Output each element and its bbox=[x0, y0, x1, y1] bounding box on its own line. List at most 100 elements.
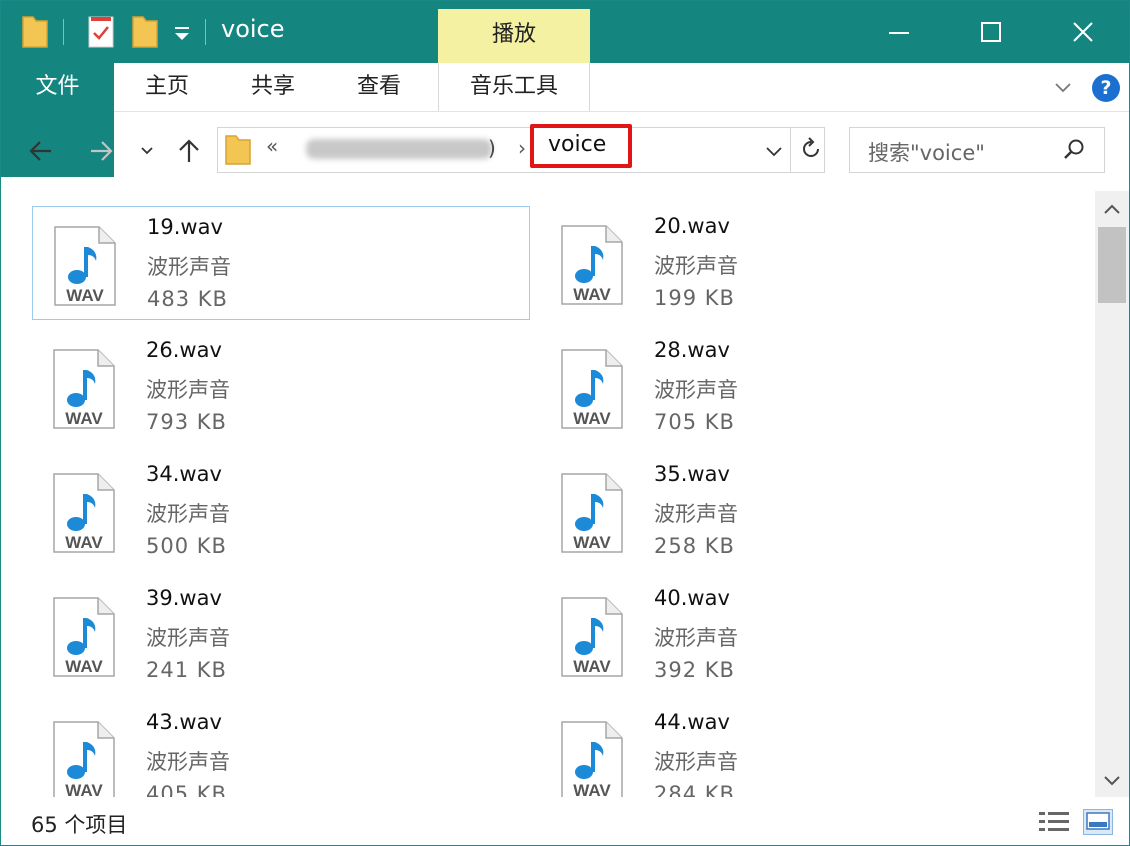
quick-access-separator bbox=[63, 19, 64, 45]
close-icon bbox=[1073, 22, 1093, 42]
large-icons-view-icon[interactable] bbox=[1083, 809, 1113, 835]
file-type: 波形声音 bbox=[654, 626, 738, 650]
file-item[interactable]: WAV 35.wav 波形声音 258 KB bbox=[540, 454, 1038, 568]
file-type: 波形声音 bbox=[654, 254, 738, 278]
expand-ribbon-icon[interactable] bbox=[1053, 77, 1073, 97]
file-name: 40.wav bbox=[654, 586, 730, 610]
window-title: voice bbox=[221, 15, 285, 43]
wav-file-icon: WAV bbox=[54, 226, 116, 306]
wav-icon-label: WAV bbox=[573, 409, 611, 428]
wav-file-icon: WAV bbox=[53, 349, 115, 429]
file-name: 19.wav bbox=[147, 215, 223, 239]
forward-arrow-icon[interactable] bbox=[87, 137, 115, 165]
file-size: 241 KB bbox=[146, 658, 227, 682]
file-size: 705 KB bbox=[654, 410, 735, 434]
quick-access-separator bbox=[205, 19, 206, 45]
breadcrumb-overflow[interactable]: « bbox=[266, 134, 278, 158]
ribbon-tabs: 文件 主页 共享 查看 音乐工具 bbox=[1, 63, 1129, 177]
file-name: 43.wav bbox=[146, 710, 222, 734]
file-size: 258 KB bbox=[654, 534, 735, 558]
scroll-up-icon[interactable] bbox=[1102, 201, 1122, 217]
item-count: 65 个项目 bbox=[31, 813, 128, 837]
wav-file-icon: WAV bbox=[561, 349, 623, 429]
file-type: 波形声音 bbox=[146, 378, 230, 402]
folder-icon[interactable] bbox=[21, 15, 49, 49]
wav-icon-label: WAV bbox=[573, 533, 611, 552]
tab-play-context[interactable]: 播放 bbox=[438, 9, 590, 63]
tab-music-tools[interactable]: 音乐工具 bbox=[438, 63, 590, 111]
address-divider bbox=[790, 128, 791, 172]
wav-file-icon: WAV bbox=[561, 225, 623, 305]
file-name: 34.wav bbox=[146, 462, 222, 486]
file-item[interactable]: WAV 20.wav 波形声音 199 KB bbox=[540, 206, 1038, 320]
file-size: 284 KB bbox=[654, 782, 735, 797]
file-item[interactable]: WAV 40.wav 波形声音 392 KB bbox=[540, 578, 1038, 692]
file-item[interactable]: WAV 34.wav 波形声音 500 KB bbox=[32, 454, 530, 568]
folder-icon bbox=[225, 135, 251, 165]
breadcrumb-blurred-segment[interactable] bbox=[306, 139, 492, 159]
up-arrow-icon[interactable] bbox=[175, 137, 203, 165]
scrollbar-thumb[interactable] bbox=[1098, 227, 1126, 303]
file-size: 483 KB bbox=[147, 287, 228, 311]
file-size: 392 KB bbox=[654, 658, 735, 682]
file-item[interactable]: WAV 28.wav 波形声音 705 KB bbox=[540, 330, 1038, 444]
file-name: 35.wav bbox=[654, 462, 730, 486]
file-type: 波形声音 bbox=[654, 750, 738, 774]
tab-home[interactable]: 主页 bbox=[114, 63, 220, 111]
chevron-down-icon[interactable] bbox=[764, 141, 784, 161]
tab-share[interactable]: 共享 bbox=[220, 63, 326, 111]
wav-icon-label: WAV bbox=[573, 657, 611, 676]
file-type: 波形声音 bbox=[654, 502, 738, 526]
refresh-icon[interactable] bbox=[798, 136, 824, 162]
properties-icon[interactable] bbox=[87, 15, 115, 49]
file-item[interactable]: WAV 19.wav 波形声音 483 KB bbox=[32, 206, 530, 320]
minimize-icon bbox=[889, 32, 909, 34]
file-item[interactable]: WAV 44.wav 波形声音 284 KB bbox=[540, 702, 1038, 797]
wav-file-icon: WAV bbox=[53, 597, 115, 677]
file-type: 波形声音 bbox=[146, 502, 230, 526]
file-item[interactable]: WAV 26.wav 波形声音 793 KB bbox=[32, 330, 530, 444]
wav-icon-label: WAV bbox=[65, 409, 103, 428]
close-button[interactable] bbox=[1037, 1, 1129, 63]
search-placeholder: 搜索"voice" bbox=[868, 141, 985, 165]
search-icon[interactable] bbox=[1062, 137, 1086, 161]
file-name: 28.wav bbox=[654, 338, 730, 362]
tab-view[interactable]: 查看 bbox=[326, 63, 432, 111]
breadcrumb-separator[interactable]: › bbox=[518, 136, 526, 160]
file-item[interactable]: WAV 39.wav 波形声音 241 KB bbox=[32, 578, 530, 692]
file-size: 405 KB bbox=[146, 782, 227, 797]
file-type: 波形声音 bbox=[654, 378, 738, 402]
file-size: 199 KB bbox=[654, 286, 735, 310]
wav-file-icon: WAV bbox=[53, 721, 115, 797]
wav-file-icon: WAV bbox=[561, 721, 623, 797]
wav-icon-label: WAV bbox=[573, 781, 611, 797]
file-size: 793 KB bbox=[146, 410, 227, 434]
file-list: WAV 19.wav 波形声音 483 KB WAV 26.wav 波形声音 7… bbox=[1, 191, 1095, 797]
file-item[interactable]: WAV 43.wav 波形声音 405 KB bbox=[32, 702, 530, 797]
file-explorer-window: voice 播放 文件 主页 共享 查看 音乐工具 ? «) › voice … bbox=[0, 0, 1130, 846]
customize-toolbar-icon[interactable] bbox=[171, 21, 193, 45]
wav-icon-label: WAV bbox=[66, 286, 104, 305]
address-bar[interactable]: « ) › voice bbox=[217, 124, 825, 173]
details-view-icon[interactable] bbox=[1037, 809, 1071, 835]
file-name: 44.wav bbox=[654, 710, 730, 734]
breadcrumb-current-folder[interactable]: voice bbox=[530, 124, 632, 168]
scroll-down-icon[interactable] bbox=[1102, 773, 1122, 789]
file-name: 20.wav bbox=[654, 214, 730, 238]
title-bar[interactable]: voice 播放 bbox=[1, 1, 1129, 63]
file-type: 波形声音 bbox=[146, 750, 230, 774]
recent-locations-icon[interactable] bbox=[139, 143, 155, 159]
minimize-button[interactable] bbox=[853, 1, 945, 63]
wav-icon-label: WAV bbox=[65, 533, 103, 552]
maximize-button[interactable] bbox=[945, 1, 1037, 63]
wav-file-icon: WAV bbox=[561, 597, 623, 677]
wav-file-icon: WAV bbox=[53, 473, 115, 553]
search-box[interactable]: 搜索"voice" bbox=[849, 127, 1105, 173]
help-icon[interactable]: ? bbox=[1092, 74, 1120, 102]
new-folder-icon[interactable] bbox=[131, 15, 159, 49]
back-arrow-icon[interactable] bbox=[27, 137, 55, 165]
status-bar: 65 个项目 bbox=[1, 799, 1129, 845]
vertical-scrollbar[interactable] bbox=[1095, 191, 1129, 797]
file-type: 波形声音 bbox=[147, 255, 231, 279]
wav-icon-label: WAV bbox=[573, 285, 611, 304]
